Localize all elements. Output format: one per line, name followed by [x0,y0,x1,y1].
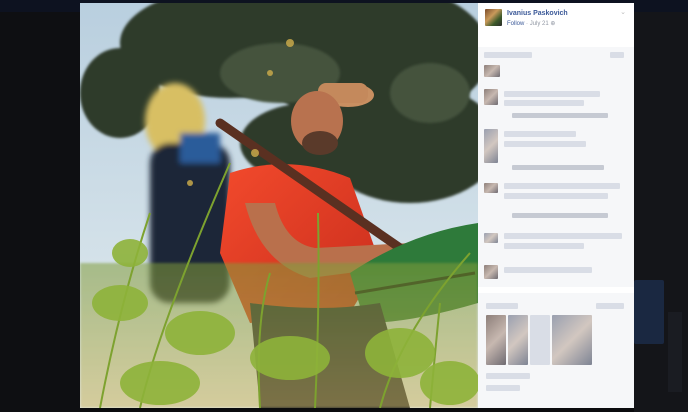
redacted-avatar [484,129,498,163]
redacted-comment [512,165,604,170]
redacted-avatar [484,65,500,77]
post-date[interactable]: July 21 [530,21,549,27]
redacted-block [484,52,532,58]
backdrop-left [0,12,80,412]
redacted-thumbnail [486,315,506,365]
post-side-panel: Ivanius Paskovich Follow · July 21 ⊕ ⌄ [478,3,634,408]
redacted-thumbnail [552,315,592,365]
redacted-comment [504,141,586,147]
post-meta: Follow · July 21 ⊕ [507,20,555,27]
backdrop-right [634,12,688,412]
redacted-thumbnail [508,315,528,365]
redacted-avatar [484,183,498,193]
background-page-fragment [668,312,682,392]
hiker-photo-image [80,3,478,408]
redacted-block [486,385,520,391]
redacted-comment [504,91,600,97]
post-header: Ivanius Paskovich Follow · July 21 ⊕ ⌄ [478,3,634,47]
redacted-comment [504,131,576,137]
redacted-comment [512,113,608,118]
chevron-down-icon[interactable]: ⌄ [619,9,627,17]
redacted-block [486,303,518,309]
redacted-avatar [484,265,498,279]
redacted-thumbnail [530,315,550,365]
author-avatar[interactable] [485,9,502,26]
redacted-comment [504,100,584,106]
redacted-comment [504,267,592,273]
redacted-avatar [484,233,498,243]
globe-icon: ⊕ [550,21,556,27]
redacted-comment [504,233,622,239]
section-divider [478,287,634,293]
redacted-block [610,52,624,58]
redacted-comment [504,193,608,199]
redacted-comment [504,183,620,189]
redacted-block [486,373,530,379]
author-name[interactable]: Ivanius Paskovich [507,10,568,17]
meta-separator: · [526,21,529,27]
redacted-comment [504,243,584,249]
follow-link[interactable]: Follow [507,21,524,27]
redacted-avatar [484,89,498,105]
redacted-block [596,303,624,309]
background-page-fragment [634,280,664,344]
redacted-comment [512,213,608,218]
lightbox-photo[interactable] [80,3,478,408]
